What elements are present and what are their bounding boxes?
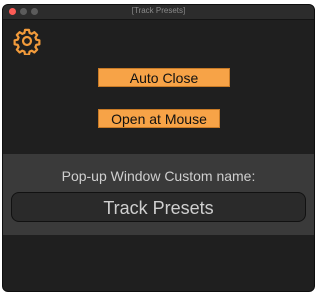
title-bar: [Track Presets] — [3, 5, 314, 20]
auto-close-button[interactable]: Auto Close — [98, 68, 230, 87]
window-title: [Track Presets] — [131, 6, 186, 15]
custom-name-label: Pop-up Window Custom name: — [61, 168, 256, 184]
track-presets-window: [Track Presets] Auto Close Open at Mouse… — [2, 4, 315, 292]
custom-name-field[interactable]: Track Presets — [11, 192, 306, 222]
open-at-mouse-button[interactable]: Open at Mouse — [98, 109, 220, 128]
gear-icon[interactable] — [13, 27, 41, 55]
custom-name-panel: Pop-up Window Custom name: Track Presets — [3, 154, 314, 235]
